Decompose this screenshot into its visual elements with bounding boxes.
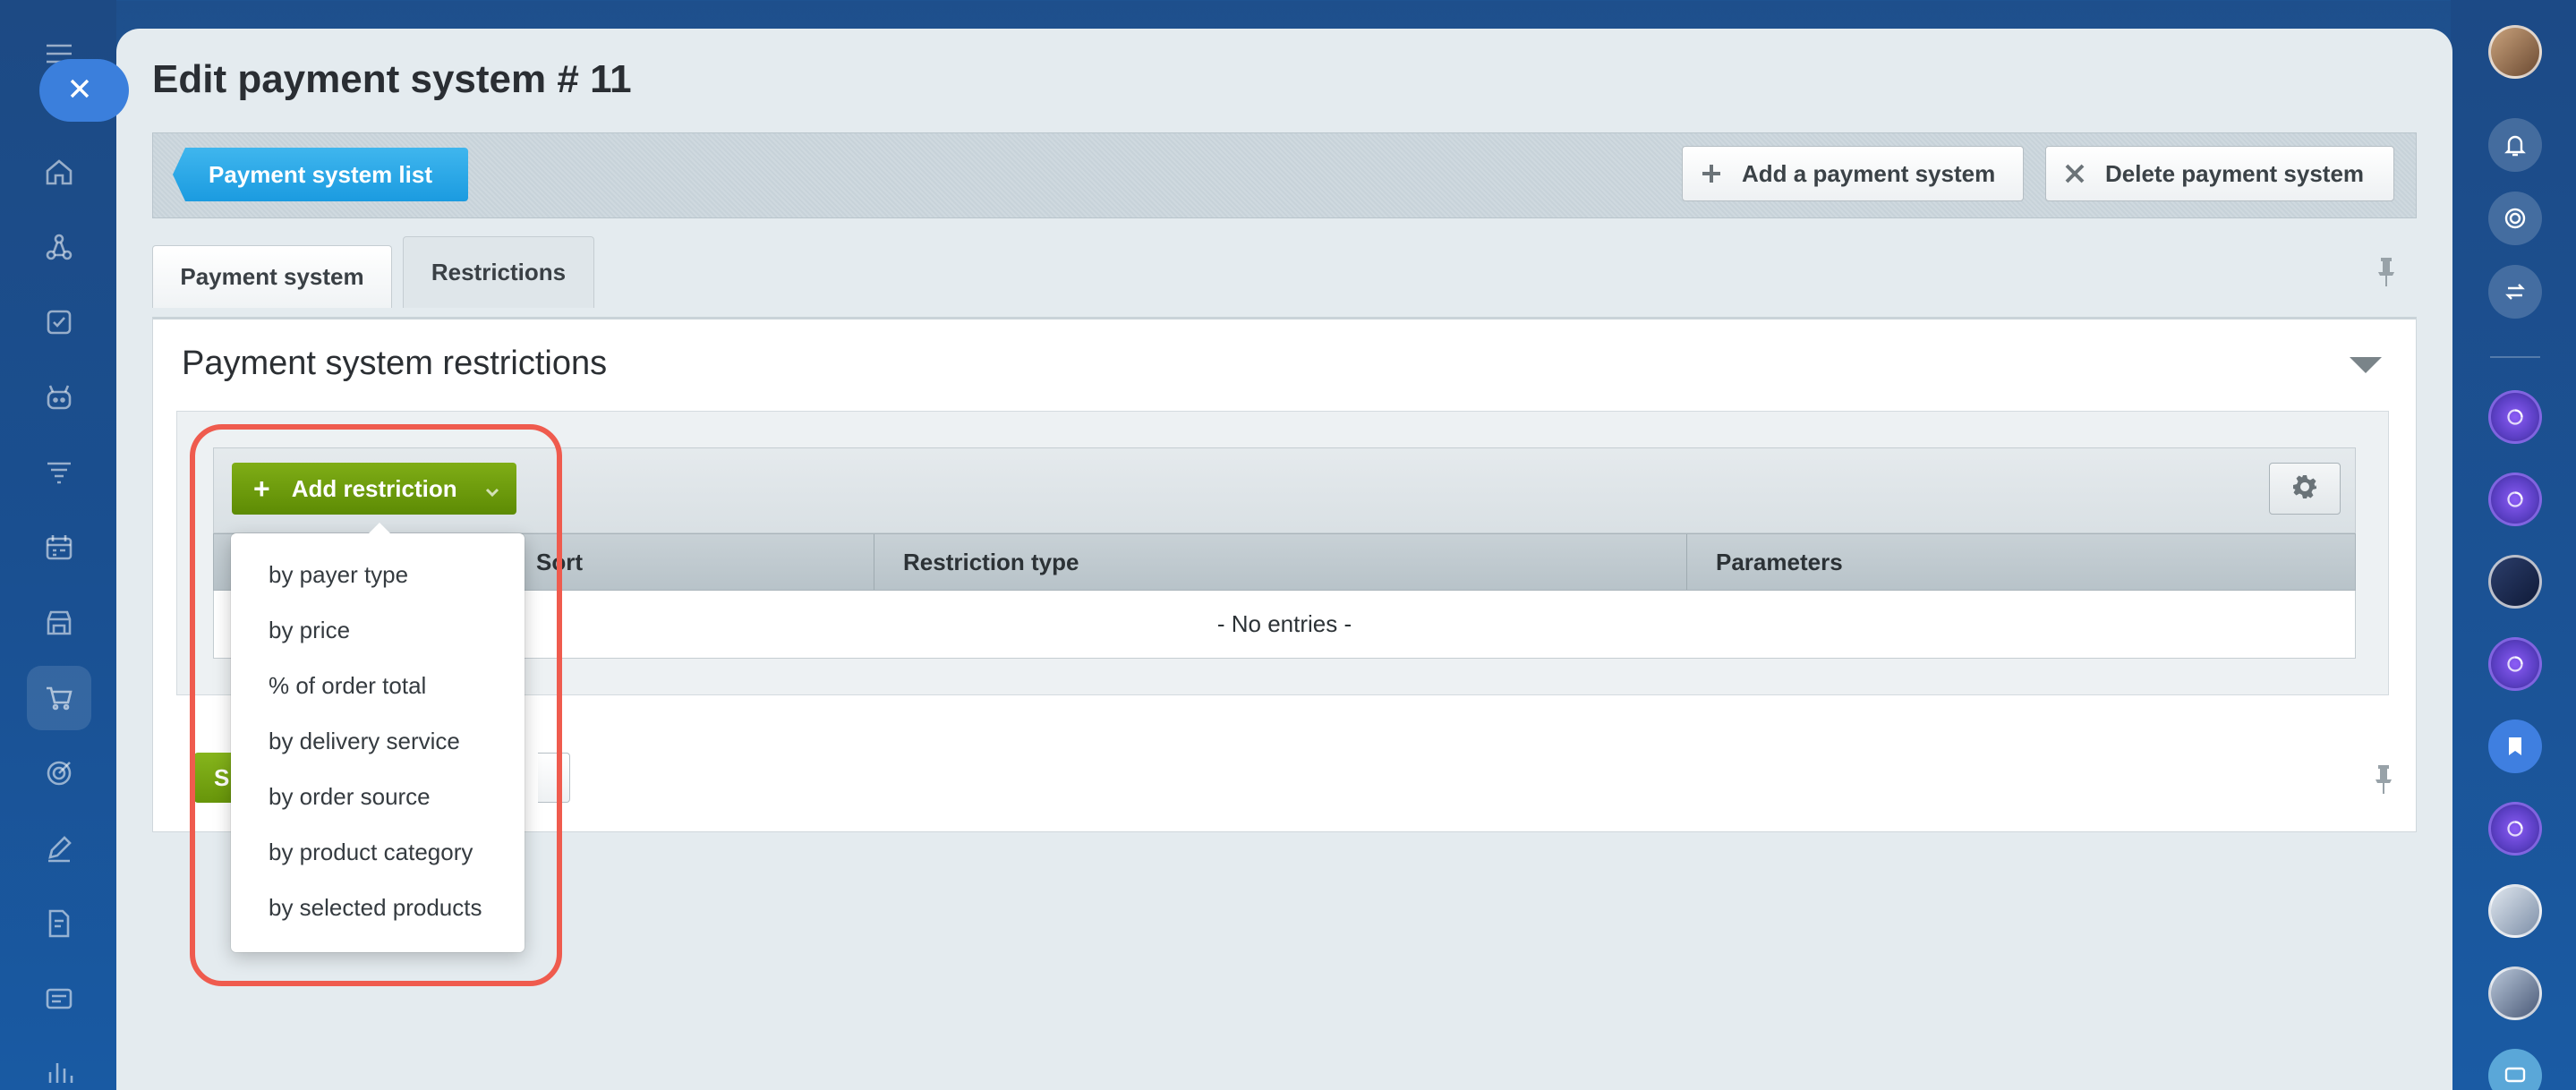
group-chat-avatar[interactable] [2488,884,2542,938]
menu-item-delivery-service[interactable]: by delivery service [269,720,460,762]
user-avatar[interactable] [2488,25,2542,79]
menu-item-price[interactable]: by price [269,609,350,651]
messenger-icon[interactable] [41,981,77,1017]
tasks-icon[interactable] [41,304,77,340]
left-sidebar [0,0,116,1090]
edit-icon[interactable] [41,830,77,866]
page-title: Edit payment system # 11 [152,57,632,101]
calendar-icon[interactable] [41,530,77,566]
chevron-down-icon [484,479,500,507]
cancel-button[interactable] [538,753,570,803]
plus-icon: + [253,473,270,505]
sales-funnel-icon[interactable] [41,455,77,490]
right-sidebar [2451,0,2576,1090]
tab-restrictions[interactable]: Restrictions [403,236,594,308]
grid-settings-button[interactable] [2269,463,2341,515]
store-icon[interactable] [41,605,77,641]
copilot-circle-icon[interactable] [2488,192,2542,245]
restrictions-table-header: Sort Restriction type Parameters [213,533,2356,591]
close-slider-button[interactable] [39,59,129,122]
copilot-chat-icon[interactable] [2488,390,2542,444]
analytics-icon[interactable] [41,1052,77,1088]
copilot-chat-icon[interactable] [2488,473,2542,526]
sync-icon[interactable] [2488,265,2542,319]
column-header-parameters[interactable]: Parameters [1687,534,2355,590]
empty-table-row: - No entries - [213,591,2356,659]
tab-payment-system[interactable]: Payment system [152,245,392,308]
copilot-chat-icon[interactable] [2488,637,2542,691]
add-restriction-dropdown: by payer type by price % of order total … [231,523,525,952]
chat-bubble-icon[interactable] [2488,1049,2542,1090]
document-sign-icon[interactable] [41,906,77,941]
pin-icon[interactable] [2376,256,2397,288]
add-payment-system-label: Add a payment system [1742,159,1996,187]
crm-icon[interactable] [41,229,77,265]
bookmark-icon[interactable] [2488,720,2542,773]
menu-item-payer-type[interactable]: by payer type [269,553,408,596]
section-title: Payment system restrictions [182,345,608,382]
column-header-restriction-type[interactable]: Restriction type [874,534,1687,590]
menu-item-order-total-percent[interactable]: % of order total [269,664,426,707]
pin-icon[interactable] [2373,763,2394,796]
close-icon [2064,163,2086,184]
menu-item-product-category[interactable]: by product category [269,830,473,873]
gear-icon [2291,473,2318,505]
right-bar-divider [2490,356,2540,358]
plus-icon [1701,163,1722,184]
contact-avatar[interactable] [2488,967,2542,1020]
context-toolbar: Payment system list Add a payment system… [152,132,2417,218]
delete-payment-system-button[interactable]: Delete payment system [2045,146,2394,201]
add-payment-system-button[interactable]: Add a payment system [1682,146,2024,201]
copilot-chat-icon[interactable] [2488,802,2542,856]
add-restriction-label: Add restriction [291,474,457,502]
notifications-bell-icon[interactable] [2488,118,2542,172]
delete-payment-system-label: Delete payment system [2105,159,2365,187]
home-icon[interactable] [41,154,77,190]
copilot-icon[interactable] [41,379,77,415]
close-icon [68,77,91,105]
menu-item-order-source[interactable]: by order source [269,775,431,818]
add-restriction-button[interactable]: + Add restriction [232,463,516,515]
payment-system-list-button[interactable]: Payment system list [173,148,468,201]
shop-cart-icon[interactable] [27,666,91,730]
grid-toolbar: + Add restriction [213,447,2356,533]
contact-avatar[interactable] [2488,555,2542,609]
menu-item-selected-products[interactable]: by selected products [269,886,482,929]
target-icon[interactable] [41,755,77,791]
collapse-arrow-icon[interactable] [2350,357,2382,373]
